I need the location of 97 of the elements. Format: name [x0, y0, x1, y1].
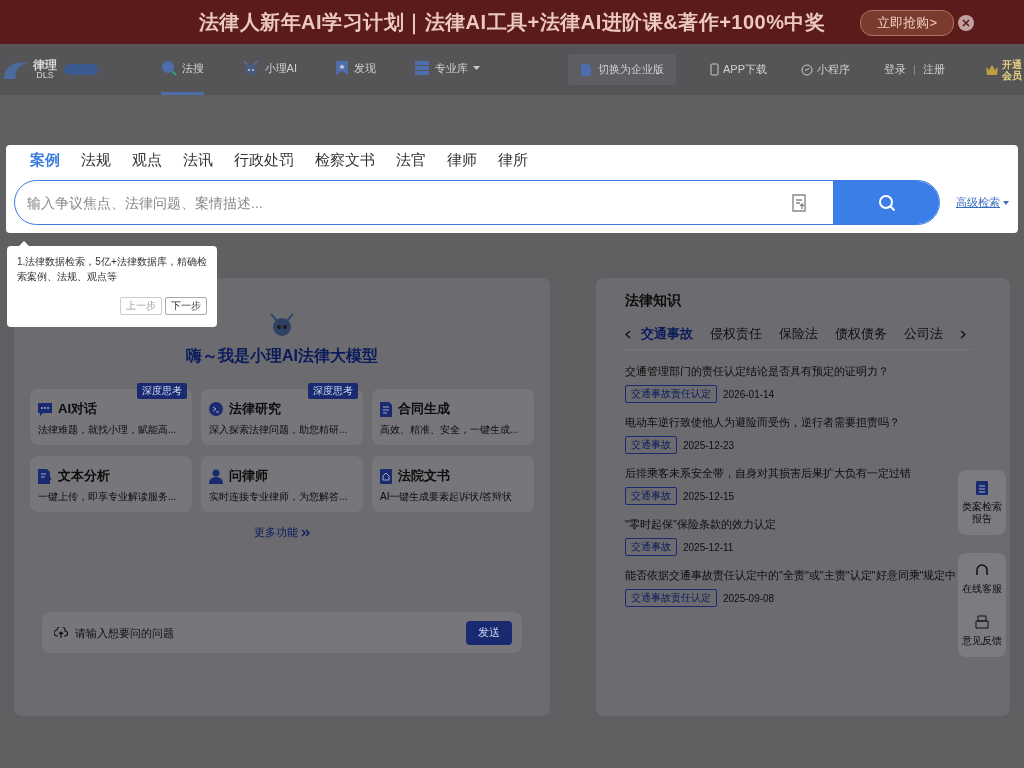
double-chevron-icon [300, 529, 311, 537]
search-tab[interactable]: 法规 [81, 149, 111, 171]
article-date: 2025-09-08 [723, 592, 775, 604]
nav-link[interactable]: APP下载 [723, 62, 767, 77]
topic-tag: 交通事故 [625, 487, 677, 505]
banner-text: 法律人新年AI学习计划｜法律AI工具+法律AI进阶课&著作+100%中奖 [198, 9, 826, 36]
search-tab[interactable]: 法官 [396, 149, 426, 171]
feature-description: 一键上传，即享专业解读服务... [38, 490, 178, 503]
category-tab[interactable]: 债权债务 [835, 325, 887, 343]
topic-tag: 交通事故 [625, 436, 677, 454]
register-link[interactable]: 注册 [923, 62, 945, 77]
feature-description: AI一键生成要素起诉状/答辩状 [380, 490, 514, 503]
close-icon[interactable] [958, 15, 974, 31]
category-tab[interactable]: 侵权责任 [710, 325, 762, 343]
library-icon [414, 60, 430, 76]
article-link[interactable]: 电动车逆行致使他人为避险而受伤，逆行者需要担责吗？ [625, 415, 900, 430]
question-field[interactable]: 请输入想要问的问题 发送 [42, 612, 522, 653]
search-button[interactable] [833, 181, 939, 224]
next-step-button[interactable]: 下一步 [165, 297, 207, 315]
enterprise-switch-button[interactable]: 切换为企业版 [568, 54, 676, 85]
document-upload-icon[interactable] [791, 193, 807, 212]
article-date: 2025-12-11 [683, 541, 734, 553]
topic-tag: 交通事故责任认定 [625, 385, 717, 403]
side-tool-button[interactable]: 意见反馈 [962, 615, 1002, 647]
advanced-search-link[interactable]: 高级检索 [956, 195, 1000, 210]
chevron-right-icon[interactable] [960, 329, 966, 339]
search-tab[interactable]: 观点 [132, 149, 162, 171]
search-tab[interactable]: 律所 [498, 149, 528, 171]
feature-badge: 深度思考 [137, 383, 187, 399]
feature-title: 合同生成 [398, 400, 450, 418]
more-features-link[interactable]: 更多功能 [253, 526, 298, 540]
nav-tab[interactable]: 法搜 [160, 44, 204, 95]
category-tab[interactable]: 交通事故 [641, 325, 693, 343]
feature-title: 文本分析 [58, 467, 110, 485]
article-link[interactable]: 交通管理部门的责任认定结论是否具有预定的证明力？ [625, 364, 889, 379]
search-tab[interactable]: 行政处罚 [234, 149, 294, 171]
research-icon [209, 402, 223, 416]
document-edit-icon [38, 468, 52, 484]
robot-icon [241, 60, 260, 76]
article-link[interactable]: 能否依据交通事故责任认定中的"全责"或"主责"认定"好意同乘"规定中 [625, 568, 957, 583]
login-link[interactable]: 登录 [884, 62, 906, 77]
search-tab[interactable]: 案例 [30, 149, 60, 171]
feature-card[interactable]: 问律师 实时连接专业律师，为您解答... [201, 456, 363, 512]
feature-description: 高效、精准、安全，一键生成... [380, 423, 520, 436]
article-link[interactable]: 后排乘客未系安全带，自身对其损害后果扩大负有一定过错 [625, 466, 911, 481]
contract-icon [380, 401, 392, 417]
article-date: 2025-12-15 [683, 490, 735, 502]
document-icon [580, 62, 592, 77]
nav-tab[interactable]: 小理AI [241, 44, 297, 95]
search-tab[interactable]: 律师 [447, 149, 477, 171]
nav-link[interactable]: 小程序 [817, 62, 850, 77]
chat-icon [38, 402, 52, 416]
vip-link[interactable]: 开通会员 [1002, 58, 1024, 81]
category-tab[interactable]: 保险法 [779, 325, 818, 343]
side-tool-button[interactable]: 类案检索报告 [962, 480, 1002, 525]
article-date: 2026-01-14 [723, 388, 775, 400]
feature-description: 法律难题，就找小理，赋能高... [38, 423, 178, 436]
person-icon [209, 468, 223, 484]
feature-card[interactable]: 合同生成 高效、精准、安全，一键生成... [372, 389, 534, 445]
nav-tab[interactable]: 发现 [335, 44, 376, 95]
chevron-left-icon[interactable] [625, 329, 631, 339]
phone-icon [710, 63, 719, 76]
feature-title: AI对话 [58, 400, 97, 418]
side-tool-button[interactable]: 在线客服 [962, 563, 1002, 595]
feature-title: 问律师 [229, 467, 268, 485]
buy-now-button[interactable]: 立即抢购> [860, 10, 954, 36]
logo-subtext: DLS [35, 71, 55, 80]
topic-tag: 交通事故责任认定 [625, 589, 717, 607]
bookmark-star-icon [335, 60, 349, 76]
feature-badge: 深度思考 [308, 383, 358, 399]
search-input[interactable]: 输入争议焦点、法律问题、案情描述... [15, 181, 791, 224]
search-icon [877, 193, 896, 212]
guide-text: 1.法律数据检索，5亿+法律数据库，精确检索案例、法规、观点等 [17, 255, 207, 284]
feature-description: 实时连接专业律师，为您解答... [209, 490, 349, 503]
crown-icon [985, 63, 999, 76]
article-date: 2025-12-23 [683, 439, 735, 451]
search-tab[interactable]: 法讯 [183, 149, 213, 171]
article-link[interactable]: "零时起保"保险条款的效力认定 [625, 517, 776, 532]
send-button[interactable]: 发送 [466, 620, 512, 645]
logo-text: 律理 [33, 59, 57, 71]
feature-description: 深入探索法律问题，助您精研... [209, 423, 349, 436]
search-tab[interactable]: 检察文书 [315, 149, 375, 171]
ai-greeting-title: 嗨～我是小理AI法律大模型 [186, 346, 378, 366]
feature-title: 法律研究 [229, 400, 281, 418]
feature-title: 法院文书 [398, 467, 450, 485]
clipboard-icon [976, 480, 988, 495]
nav-tab[interactable]: 专业库 [414, 44, 480, 95]
caret-icon [1003, 200, 1009, 205]
question-input[interactable]: 请输入想要问的问题 [73, 625, 466, 640]
feature-card[interactable]: 法院文书 AI一键生成要素起诉状/答辩状 [372, 456, 534, 512]
section-title: 法律知识 [625, 292, 682, 310]
topic-tag: 交通事故 [625, 538, 677, 556]
court-document-icon [380, 468, 392, 484]
edition-badge [64, 64, 98, 75]
upload-cloud-icon [54, 626, 68, 639]
category-tab[interactable]: 公司法 [904, 325, 943, 343]
feature-card[interactable]: 文本分析 一键上传，即享专业解读服务... [30, 456, 192, 512]
